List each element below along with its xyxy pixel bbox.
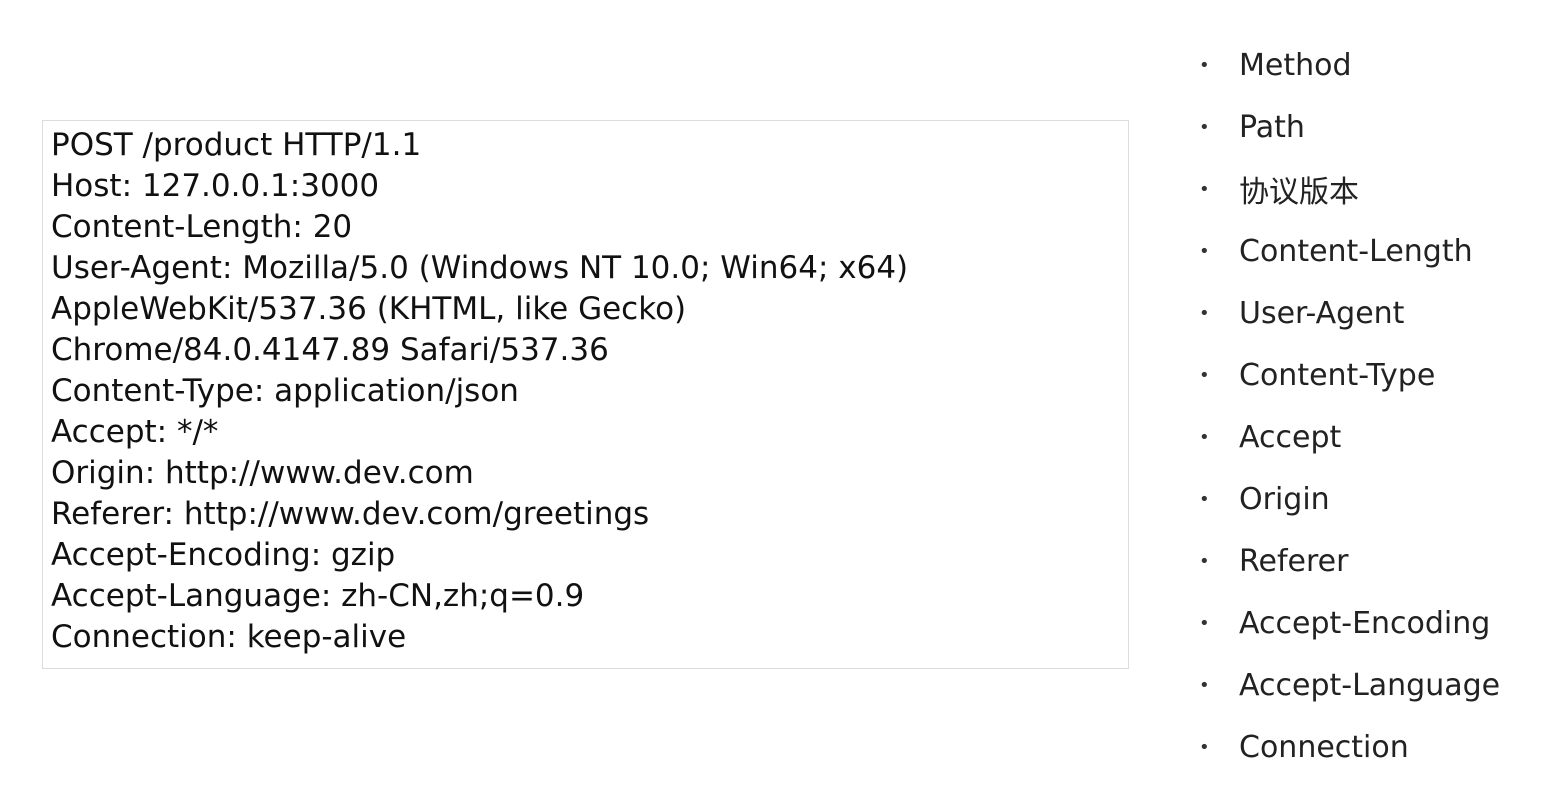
http-request-box: POST /product HTTP/1.1 Host: 127.0.0.1:3… (42, 120, 1129, 669)
connection-header-line: Connection: keep-alive (51, 619, 407, 655)
list-item: • Path (1195, 96, 1555, 158)
user-agent-continuation-line: AppleWebKit/537.36 (KHTML, like Gecko) (51, 291, 687, 327)
bullet-icon: • (1199, 302, 1210, 324)
bullet-icon: • (1199, 364, 1210, 386)
host-header-line: Host: 127.0.0.1:3000 (51, 168, 380, 204)
bullet-icon: • (1199, 612, 1210, 634)
bullet-icon: • (1199, 736, 1210, 758)
bullet-icon: • (1199, 178, 1210, 200)
field-label-protocol-version: 协议版本 (1239, 175, 1359, 210)
list-item: • Accept-Encoding (1195, 592, 1555, 654)
list-item: • Method (1195, 34, 1555, 96)
field-label-user-agent: User-Agent (1239, 295, 1405, 331)
field-label-connection: Connection (1239, 729, 1409, 765)
field-label-content-type: Content-Type (1239, 357, 1436, 393)
field-label-method: Method (1239, 47, 1352, 83)
bullet-icon: • (1199, 674, 1210, 696)
field-label-content-length: Content-Length (1239, 233, 1473, 269)
request-line: POST /product HTTP/1.1 (51, 127, 422, 163)
user-agent-header-line: User-Agent: Mozilla/5.0 (Windows NT 10.0… (51, 250, 909, 286)
list-item: • Accept-Language (1195, 654, 1555, 716)
list-item: • Referer (1195, 530, 1555, 592)
list-item: • User-Agent (1195, 282, 1555, 344)
accept-language-header-line: Accept-Language: zh-CN,zh;q=0.9 (51, 578, 585, 614)
field-label-accept-encoding: Accept-Encoding (1239, 605, 1491, 641)
field-label-path: Path (1239, 109, 1305, 145)
list-item: • Origin (1195, 468, 1555, 530)
field-label-origin: Origin (1239, 481, 1330, 517)
bullet-icon: • (1199, 426, 1210, 448)
accept-encoding-header-line: Accept-Encoding: gzip (51, 537, 396, 573)
bullet-icon: • (1199, 488, 1210, 510)
content-type-header-line: Content-Type: application/json (51, 373, 519, 409)
list-item: • 协议版本 (1195, 158, 1555, 220)
accept-header-line: Accept: */* (51, 414, 219, 450)
list-item: • Content-Length (1195, 220, 1555, 282)
field-label-referer: Referer (1239, 543, 1349, 579)
origin-header-line: Origin: http://www.dev.com (51, 455, 474, 491)
list-item: • Connection (1195, 716, 1555, 778)
request-field-list: • Method • Path • 协议版本 • Content-Length … (1195, 34, 1555, 778)
field-label-accept-language: Accept-Language (1239, 667, 1501, 703)
list-item: • Content-Type (1195, 344, 1555, 406)
list-item: • Accept (1195, 406, 1555, 468)
bullet-icon: • (1199, 550, 1210, 572)
bullet-icon: • (1199, 240, 1210, 262)
referer-header-line: Referer: http://www.dev.com/greetings (51, 496, 650, 532)
user-agent-continuation-line: Chrome/84.0.4147.89 Safari/537.36 (51, 332, 609, 368)
bullet-icon: • (1199, 116, 1210, 138)
content-length-header-line: Content-Length: 20 (51, 209, 353, 245)
bullet-icon: • (1199, 54, 1210, 76)
field-label-accept: Accept (1239, 419, 1342, 455)
